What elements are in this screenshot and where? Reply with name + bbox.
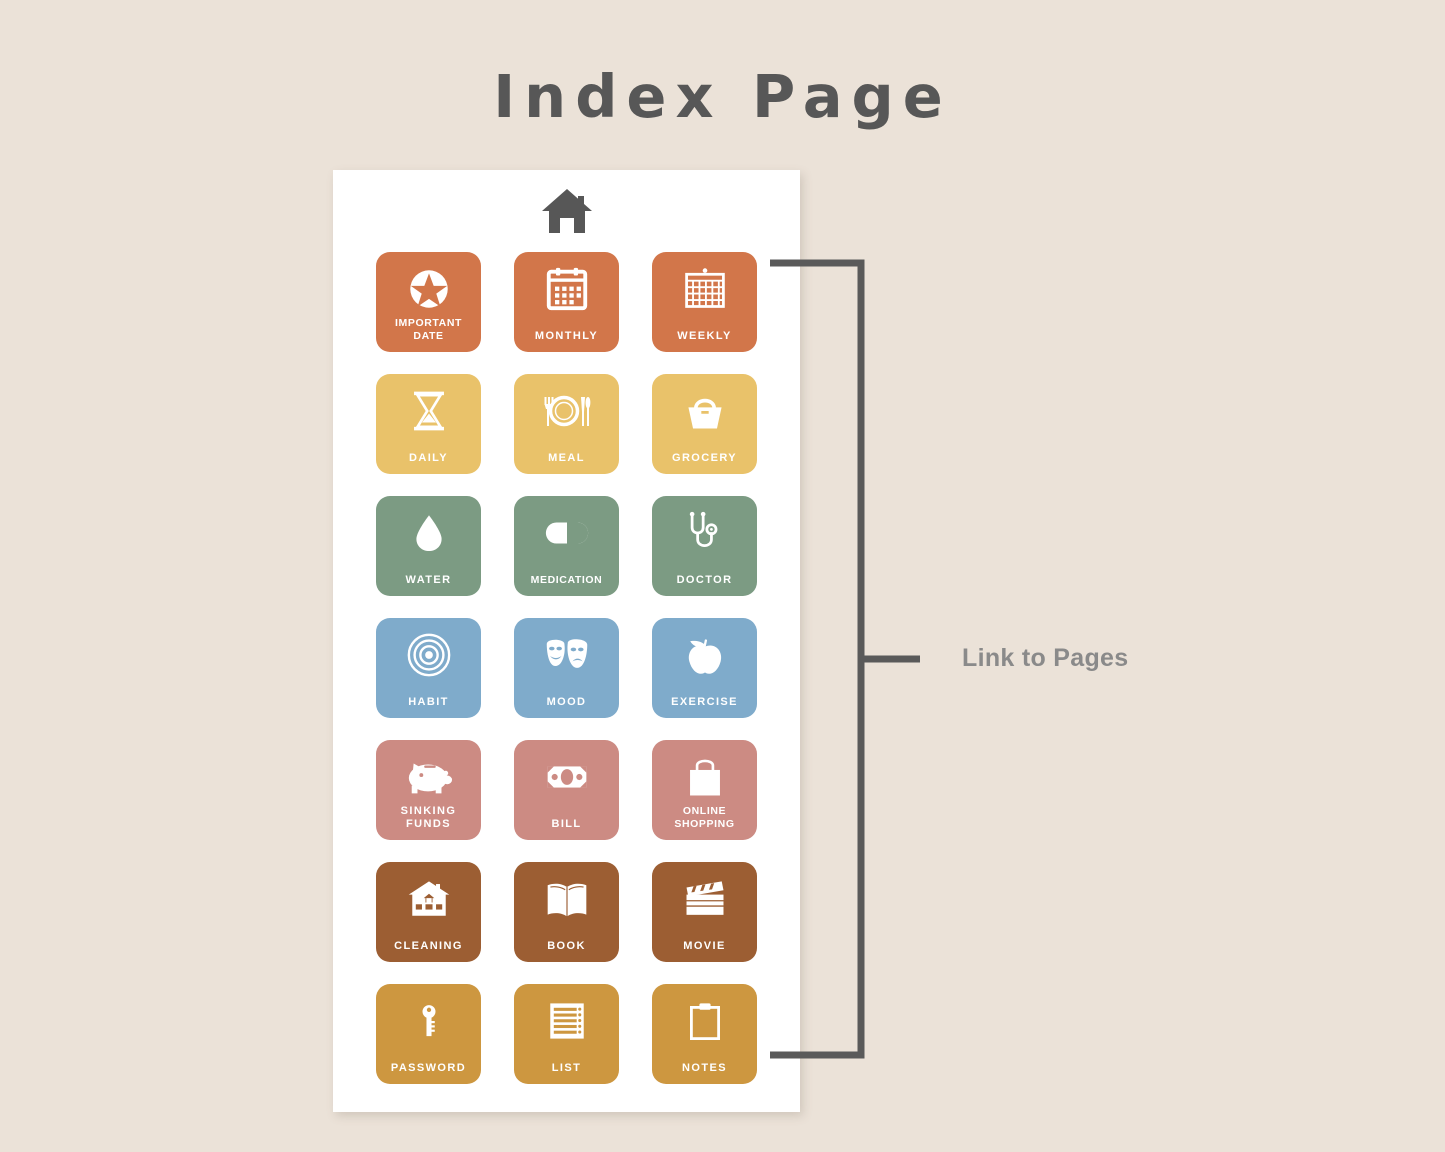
star-badge-icon — [403, 264, 455, 314]
tile-book[interactable]: BOOK — [514, 862, 619, 962]
tile-label: ONLINE SHOPPING — [674, 805, 735, 830]
tile-label: BOOK — [547, 940, 586, 952]
tile-sinking-funds[interactable]: SINKING FUNDS — [376, 740, 481, 840]
tile-label: HABIT — [408, 696, 449, 708]
shopping-bag-icon — [683, 752, 727, 802]
house-icon — [405, 874, 453, 924]
tile-movie[interactable]: MOVIE — [652, 862, 757, 962]
tile-important-date[interactable]: IMPORTANT DATE — [376, 252, 481, 352]
tile-list[interactable]: LIST — [514, 984, 619, 1084]
tile-label: CLEANING — [394, 940, 463, 952]
tile-grocery[interactable]: GROCERY — [652, 374, 757, 474]
stethoscope-icon — [682, 508, 728, 558]
tile-label: MEAL — [548, 452, 585, 464]
tile-notes[interactable]: NOTES — [652, 984, 757, 1084]
tile-label: GROCERY — [671, 452, 737, 464]
calendar-wall-icon — [682, 264, 728, 314]
banknote-icon — [541, 752, 593, 802]
theater-masks-icon — [540, 630, 594, 680]
tile-online-shopping[interactable]: ONLINE SHOPPING — [652, 740, 757, 840]
apple-icon — [682, 630, 728, 680]
tile-daily[interactable]: DAILY — [376, 374, 481, 474]
tile-label: LIST — [551, 1062, 582, 1074]
link-to-pages-label: Link to Pages — [962, 644, 1129, 672]
key-icon — [411, 996, 447, 1046]
tile-medication[interactable]: MEDICATION — [514, 496, 619, 596]
pill-capsule-icon — [539, 508, 595, 558]
tile-bill[interactable]: BILL — [514, 740, 619, 840]
tile-label: WATER — [405, 574, 452, 586]
tile-label: MOVIE — [683, 940, 726, 952]
home-icon-wrap — [333, 182, 800, 244]
shopping-basket-icon — [682, 386, 728, 436]
tile-label: DOCTOR — [676, 574, 733, 586]
tile-label: MEDICATION — [530, 574, 603, 586]
calendar-month-icon — [543, 264, 591, 314]
page-title: Index Page — [493, 62, 952, 131]
tile-grid: IMPORTANT DATE MONTHLY WEEKLY DAILY MEAL GROC… — [376, 252, 758, 1084]
tile-label: PASSWORD — [390, 1062, 467, 1074]
tile-label: NOTES — [682, 1062, 727, 1074]
tile-monthly[interactable]: MONTHLY — [514, 252, 619, 352]
tile-label: WEEKLY — [677, 330, 732, 342]
tile-label: SINKING FUNDS — [400, 805, 457, 830]
tile-mood[interactable]: MOOD — [514, 618, 619, 718]
piggy-bank-icon — [403, 752, 455, 802]
hourglass-icon — [407, 386, 451, 436]
open-book-icon — [544, 874, 590, 924]
tile-exercise[interactable]: EXERCISE — [652, 618, 757, 718]
tile-weekly[interactable]: WEEKLY — [652, 252, 757, 352]
clipboard-icon — [685, 996, 725, 1046]
clapperboard-icon — [681, 874, 729, 924]
index-card: IMPORTANT DATE MONTHLY WEEKLY DAILY MEAL GROC… — [333, 170, 800, 1112]
plate-cutlery-icon — [542, 386, 592, 436]
target-rings-icon — [405, 630, 453, 680]
tile-label: MOOD — [546, 696, 587, 708]
tile-label: BILL — [551, 818, 582, 830]
tile-cleaning[interactable]: CLEANING — [376, 862, 481, 962]
tile-label: MONTHLY — [534, 330, 599, 342]
tile-label: IMPORTANT DATE — [394, 317, 463, 342]
tile-habit[interactable]: HABIT — [376, 618, 481, 718]
tile-doctor[interactable]: DOCTOR — [652, 496, 757, 596]
tile-label: EXERCISE — [671, 696, 738, 708]
tile-label: DAILY — [409, 452, 448, 464]
water-drop-icon — [408, 508, 450, 558]
checklist-icon — [545, 996, 589, 1046]
tile-password[interactable]: PASSWORD — [376, 984, 481, 1084]
tile-meal[interactable]: MEAL — [514, 374, 619, 474]
tile-water[interactable]: WATER — [376, 496, 481, 596]
home-icon[interactable] — [540, 187, 594, 240]
